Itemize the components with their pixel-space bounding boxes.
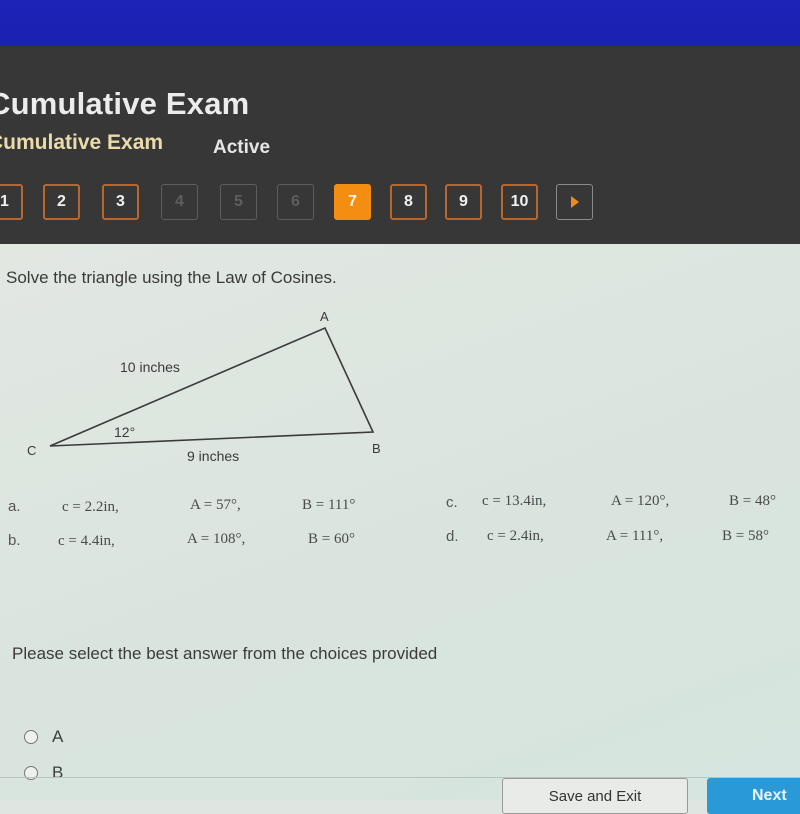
- instructions-text: Please select the best answer from the c…: [12, 644, 438, 663]
- option-b-radio[interactable]: B: [24, 763, 63, 783]
- question-button-3[interactable]: 3: [102, 184, 139, 220]
- choice-letter: c.: [446, 494, 458, 511]
- vertex-c-label: C: [27, 443, 36, 458]
- choice-b-angle-a: A = 108°,: [187, 531, 246, 547]
- question-button-6: 6: [277, 184, 314, 220]
- side-ca-label: 10 inches: [120, 359, 180, 375]
- triangle-diagram: A B C 10 inches 9 inches 12°: [27, 309, 381, 464]
- choice-c-angle-b: B = 48°: [729, 493, 776, 509]
- choice-letter: d.: [446, 528, 459, 545]
- choice-c-angle-a: A = 120°,: [611, 493, 670, 509]
- choice-a: a.: [8, 498, 21, 516]
- angle-c-label: 12°: [114, 424, 135, 440]
- next-question-page-button[interactable]: [556, 184, 593, 220]
- choice-b-c: c = 4.4in,: [58, 533, 115, 549]
- question-prompt: Solve the triangle using the Law of Cosi…: [6, 268, 337, 287]
- play-arrow-icon: [570, 196, 579, 208]
- question-button-7[interactable]: 7: [334, 184, 371, 220]
- choice-c: c.: [446, 494, 458, 512]
- choice-d: d.: [446, 528, 459, 546]
- choice-letter: a.: [8, 498, 21, 515]
- choice-b: b.: [8, 532, 21, 550]
- page-title: Cumulative Exam: [0, 86, 250, 121]
- option-b-label: B: [52, 763, 64, 782]
- question-button-8[interactable]: 8: [390, 184, 427, 220]
- choice-a-c: c = 2.2in,: [62, 499, 119, 515]
- option-a-radio[interactable]: A: [24, 727, 63, 747]
- question-button-2[interactable]: 2: [43, 184, 80, 220]
- triangle-shape: [49, 326, 375, 447]
- option-a-label: A: [52, 727, 64, 746]
- save-and-exit-button[interactable]: Save and Exit: [502, 778, 688, 814]
- question-button-9[interactable]: 9: [445, 184, 482, 220]
- exam-subtitle: Cumulative Exam: [0, 131, 164, 154]
- choice-a-angle-a: A = 57°,: [190, 497, 241, 513]
- question-button-5: 5: [220, 184, 257, 220]
- choice-c-c: c = 13.4in,: [482, 493, 547, 509]
- choice-d-angle-a: A = 111°,: [606, 528, 664, 544]
- choice-letter: b.: [8, 532, 21, 549]
- question-button-4: 4: [161, 184, 198, 220]
- side-cb-label: 9 inches: [187, 448, 239, 464]
- vertex-b-label: B: [372, 441, 381, 456]
- choice-d-angle-b: B = 58°: [722, 528, 769, 544]
- question-button-1[interactable]: 1: [0, 184, 23, 220]
- vertex-a-label: A: [320, 309, 329, 324]
- status-label: Active: [213, 137, 271, 158]
- choice-a-angle-b: B = 111°: [302, 497, 356, 513]
- radio-circle-icon[interactable]: [24, 730, 38, 744]
- question-button-10[interactable]: 10: [501, 184, 538, 220]
- choice-b-angle-b: B = 60°: [308, 531, 355, 547]
- browser-top-bar: [0, 0, 800, 48]
- choice-d-c: c = 2.4in,: [487, 528, 544, 544]
- next-button[interactable]: Next: [707, 778, 800, 814]
